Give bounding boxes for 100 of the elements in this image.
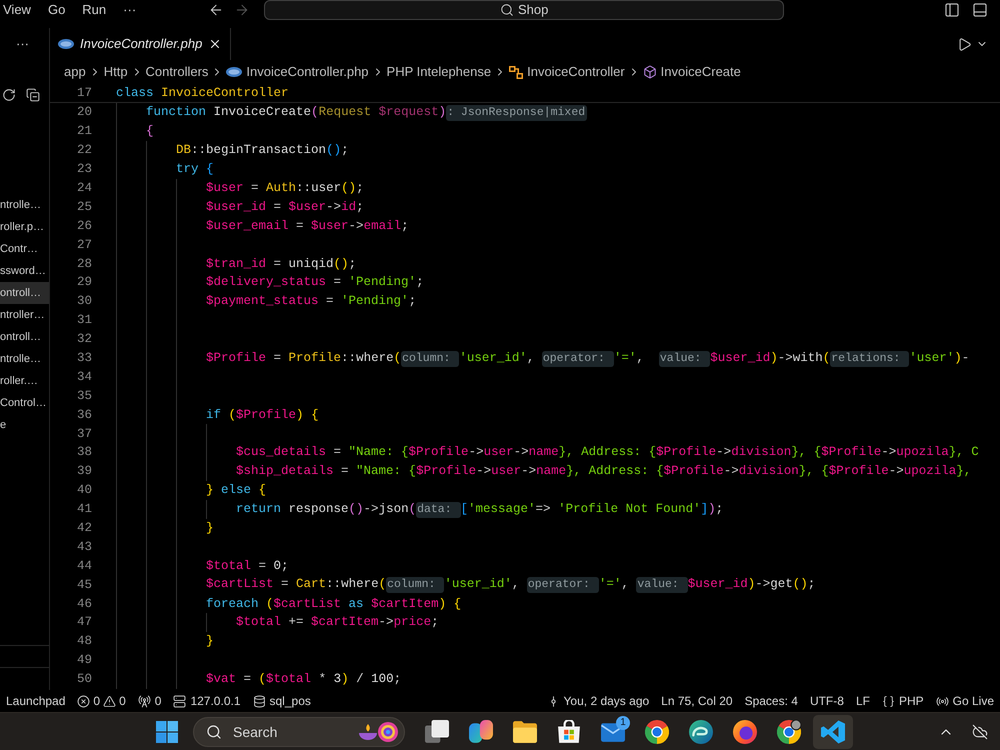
disc-logo-icon[interactable] [733,720,757,744]
line-number: 25 [76,198,92,215]
four-panes-logo-icon[interactable] [156,720,178,742]
code-line: $user_email = $user->email; [206,218,409,234]
breadcrumb-item[interactable]: Controllers [146,62,208,82]
line-number: 20 [76,104,92,120]
file-item[interactable]: Contr… [0,238,49,260]
code-line: $vat = ($total * 3) / 100; [206,671,402,688]
status-item[interactable]: You, 2 days ago [540,690,656,712]
code-line: $total = 0; [206,558,289,574]
wave-circle-icon[interactable] [689,720,713,744]
server-icon [173,694,186,708]
panel-toggle-icon[interactable] [972,2,988,18]
problems-status[interactable]: 0 0 [71,690,132,712]
breadcrumb-item[interactable]: InvoiceCreate [642,62,741,82]
line-number: 32 [76,331,92,348]
more-button[interactable]: ··· [16,36,29,52]
code-line: foreach ($cartList as $cartItem) { [206,596,462,612]
line-number: 46 [76,596,92,612]
code-line: } else { [206,482,266,498]
file-item[interactable]: roller.p… [0,216,49,238]
code-line: $tran_id = uniqid(); [206,256,356,272]
line-number: 44 [76,558,92,574]
menu-item[interactable]: Go [48,2,66,18]
collapse-all-icon[interactable] [26,88,40,102]
folder-icon[interactable] [513,720,537,744]
code-line: $total += $cartItem->price; [236,614,439,630]
segmented-circle-icon[interactable] [645,720,669,744]
database-icon [252,694,266,708]
code-line: function InvoiceCreate(Request $request): JsonResponse|mixed [146,104,588,121]
code-line: DB::beginTransaction(); [176,142,349,158]
error-icon [77,694,90,708]
antenna-icon [138,694,151,708]
breadcrumb-item[interactable]: InvoiceController.php [226,62,369,82]
file-item[interactable]: ontroll… [0,326,49,348]
code-line: $delivery_status = 'Pending'; [206,274,424,290]
menu-item[interactable]: Run [82,2,106,18]
cloud-off-icon[interactable] [972,724,988,740]
refresh-icon[interactable] [2,88,16,102]
line-number: 23 [76,161,92,178]
menu-item[interactable]: ··· [123,2,136,18]
code-line: $payment_status = 'Pending'; [206,293,416,310]
menu-item[interactable]: View [3,2,31,18]
line-number: 37 [76,426,92,442]
code-line: return response()->json(data: ['message'=> 'Profile Not Found']); [236,500,724,518]
line-number: 24 [76,180,92,196]
status-item[interactable]: 0 [132,690,168,712]
status-item[interactable]: UTF-8 [804,690,850,712]
broadcast-icon [936,694,949,708]
run-icon[interactable] [957,36,972,52]
shopping-bag-icon[interactable] [557,720,581,744]
code-line: try { [176,161,214,178]
line-number: 34 [76,368,92,385]
overlapping-windows-icon[interactable] [425,720,449,744]
breadcrumb-item[interactable]: app [64,62,86,82]
line-number: 40 [76,482,92,498]
code-line: $ship_details = "Name: {$Profile->user->name}, Address: {$Profile->division}, {$Profile->upozila}, [236,463,972,480]
line-number: 29 [76,274,92,290]
braces-icon [882,694,895,708]
file-item[interactable]: ontroll… [0,282,49,304]
status-item[interactable]: Spaces: 4 [738,690,804,712]
line-number: 38 [76,444,92,460]
file-item[interactable]: e [0,414,49,436]
search-icon [206,724,222,740]
segmented-circle-avatar-icon[interactable] [777,720,801,744]
search-icon [500,3,514,17]
status-item[interactable]: PHP [876,690,930,712]
file-item[interactable]: roller.… [0,370,49,392]
line-number: 41 [76,501,92,518]
breadcrumb-item[interactable]: InvoiceController [509,62,625,82]
class-symbol-icon [509,66,524,78]
line-number: 28 [76,256,92,272]
command-center-search[interactable]: Shop [264,0,784,20]
file-item[interactable]: ntroller… [0,304,49,326]
file-item[interactable]: ntrolle… [0,194,49,216]
breadcrumb-item[interactable]: Http [104,62,128,82]
ribbon-logo-icon[interactable] [821,720,845,744]
file-type-icon [58,39,74,49]
code-line: $user_id = $user->id; [206,198,364,215]
file-item[interactable]: Control… [0,392,49,414]
file-item[interactable]: ssword… [0,260,49,282]
sidebar-toggle-icon[interactable] [944,2,960,18]
file-item[interactable]: ntrolle… [0,348,49,370]
code-line: $cartList = Cart::where(column: 'user_id', operator: '=', value: $user_id)->get(); [206,576,816,594]
line-number: 21 [76,123,92,140]
status-item[interactable]: Go Live [930,690,1000,712]
search-field[interactable]: Search [193,716,405,746]
breadcrumb-item[interactable]: PHP Intelephense [386,62,492,82]
oil-lamp-icon [359,724,377,740]
overlapping-pills-icon[interactable] [469,720,493,744]
code-line: } [206,520,214,536]
active-app-highlight[interactable] [813,714,853,748]
line-number: 26 [76,218,92,234]
status-item[interactable]: sql_pos [246,690,317,712]
status-item[interactable]: LF [850,690,876,712]
concentric-circles-icon [378,722,398,742]
notification-count: 1 [616,716,630,730]
status-item[interactable]: Launchpad [0,690,72,712]
status-item[interactable]: 127.0.0.1 [167,690,246,712]
status-item[interactable]: Ln 75, Col 20 [655,690,739,712]
